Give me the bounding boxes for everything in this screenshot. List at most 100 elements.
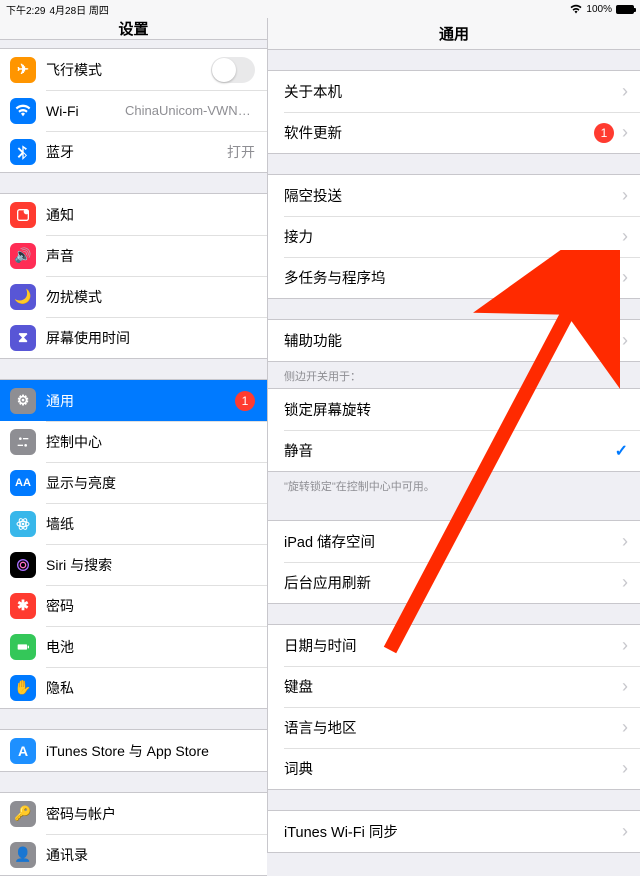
row-label: 键盘 [284,676,622,697]
screentime-icon: ⧗ [10,325,36,351]
check-icon: ✓ [615,441,628,461]
sidebar-item-general[interactable]: ⚙通用1 [0,380,267,421]
sidebar-item-detail: 打开 [227,142,255,162]
row-label: 关于本机 [284,81,622,102]
sidebar-item-wifi[interactable]: Wi-Fi ChinaUnicom-VWN7TT_... [0,90,267,131]
settings-sidebar: 设置 ✈ 飞行模式 Wi-Fi ChinaUnicom-VWN7TT_... 蓝牙打开通… [0,18,268,853]
sidebar-item-display[interactable]: AA 显示与亮度 [0,462,267,503]
status-date: 4月28日 周四 [49,2,108,17]
battery-icon [10,634,36,660]
general-icon: ⚙ [10,388,36,414]
sidebar-item-label: 蓝牙 [46,142,227,162]
chevron-right-icon: › [622,330,628,351]
row-label: 语言与地区 [284,717,622,738]
wallpaper-icon [10,511,36,537]
row-mute[interactable]: 静音✓ [268,430,640,471]
row-label: iTunes Wi-Fi 同步 [284,821,622,842]
siri-icon [10,552,36,578]
sidebar-item-label: iTunes Store 与 App Store [46,741,255,761]
main-title: 通用 [268,18,640,50]
row-language[interactable]: 语言与地区› [268,707,640,748]
sidebar-item-label: 勿扰模式 [46,287,255,307]
sidebar-item-label: 密码与帐户 [46,804,255,824]
row-label: iPad 储存空间 [284,531,622,552]
row-airdrop[interactable]: 隔空投送› [268,175,640,216]
sidebar-item-control[interactable]: 控制中心 [0,421,267,462]
sidebar-item-contacts[interactable]: 👤通讯录 [0,834,267,875]
airplane-icon: ✈ [10,57,36,83]
sound-icon: 🔊 [10,243,36,269]
battery-icon [616,5,634,14]
general-badge: 1 [235,391,255,411]
chevron-right-icon: › [622,572,628,593]
row-handoff[interactable]: 接力› [268,216,640,257]
sidebar-item-sound[interactable]: 🔊 声音 [0,235,267,276]
sidebar-item-accounts[interactable]: 🔑 密码与帐户 [0,793,267,834]
sidebar-item-label: 飞行模式 [46,60,211,80]
sidebar-item-appstore[interactable]: AiTunes Store 与 App Store [0,730,267,771]
sidebar-item-passcode[interactable]: ✱ 密码 [0,585,267,626]
row-label: 辅助功能 [284,330,622,351]
bluetooth-icon [10,139,36,165]
contacts-icon: 👤 [10,842,36,868]
row-update[interactable]: 软件更新1 › [268,112,640,153]
display-icon: AA [10,470,36,496]
sidebar-item-airplane[interactable]: ✈ 飞行模式 [0,49,267,90]
chevron-right-icon: › [622,122,628,143]
sidebar-item-screentime[interactable]: ⧗屏幕使用时间 [0,317,267,358]
wifi-icon [570,4,582,14]
sidebar-item-label: 声音 [46,246,255,266]
sidebar-item-label: 密码 [46,596,255,616]
row-lockrotation[interactable]: 锁定屏幕旋转 [268,389,640,430]
chevron-right-icon: › [622,676,628,697]
chevron-right-icon: › [622,717,628,738]
control-icon [10,429,36,455]
status-battery-pct: 100% [586,4,612,15]
privacy-icon: ✋ [10,675,36,701]
notifications-icon [10,202,36,228]
chevron-right-icon: › [622,185,628,206]
status-time: 下午2:29 [6,2,45,17]
sidebar-item-detail: ChinaUnicom-VWN7TT_... [125,103,255,118]
row-about[interactable]: 关于本机› [268,71,640,112]
chevron-right-icon: › [622,267,628,288]
chevron-right-icon: › [622,226,628,247]
chevron-right-icon: › [622,758,628,779]
passcode-icon: ✱ [10,593,36,619]
sidebar-item-battery[interactable]: 电池 [0,626,267,667]
chevron-right-icon: › [622,81,628,102]
row-storage[interactable]: iPad 储存空间› [268,521,640,562]
row-dictionary[interactable]: 词典› [268,748,640,789]
row-accessibility[interactable]: 辅助功能› [268,320,640,361]
row-label: 后台应用刷新 [284,572,622,593]
group-footer: "旋转锁定"在控制中心中可用。 [268,472,640,500]
sidebar-title: 设置 [0,18,267,40]
row-background[interactable]: 后台应用刷新› [268,562,640,603]
row-label: 软件更新 [284,122,594,143]
sidebar-item-label: Wi-Fi [46,103,121,119]
sidebar-item-notifications[interactable]: 通知 [0,194,267,235]
accounts-icon: 🔑 [10,801,36,827]
sidebar-item-bluetooth[interactable]: 蓝牙打开 [0,131,267,172]
sidebar-item-label: 控制中心 [46,432,255,452]
row-multitask[interactable]: 多任务与程序坞› [268,257,640,298]
row-datetime[interactable]: 日期与时间› [268,625,640,666]
sidebar-item-dnd[interactable]: 🌙勿扰模式 [0,276,267,317]
row-label: 锁定屏幕旋转 [284,399,628,420]
row-label: 词典 [284,758,622,779]
sidebar-item-label: 墙纸 [46,514,255,534]
row-itunessync[interactable]: iTunes Wi-Fi 同步› [268,811,640,852]
chevron-right-icon: › [622,635,628,656]
airplane-toggle[interactable] [211,57,255,83]
row-label: 隔空投送 [284,185,622,206]
update-badge: 1 [594,123,614,143]
sidebar-item-privacy[interactable]: ✋隐私 [0,667,267,708]
chevron-right-icon: › [622,821,628,842]
row-keyboard[interactable]: 键盘› [268,666,640,707]
sidebar-item-label: Siri 与搜索 [46,555,255,575]
sidebar-item-wallpaper[interactable]: 墙纸 [0,503,267,544]
row-label: 静音 [284,440,615,461]
sidebar-item-siri[interactable]: Siri 与搜索 [0,544,267,585]
group-header: 侧边开关用于： [268,362,640,388]
sidebar-item-label: 显示与亮度 [46,473,255,493]
